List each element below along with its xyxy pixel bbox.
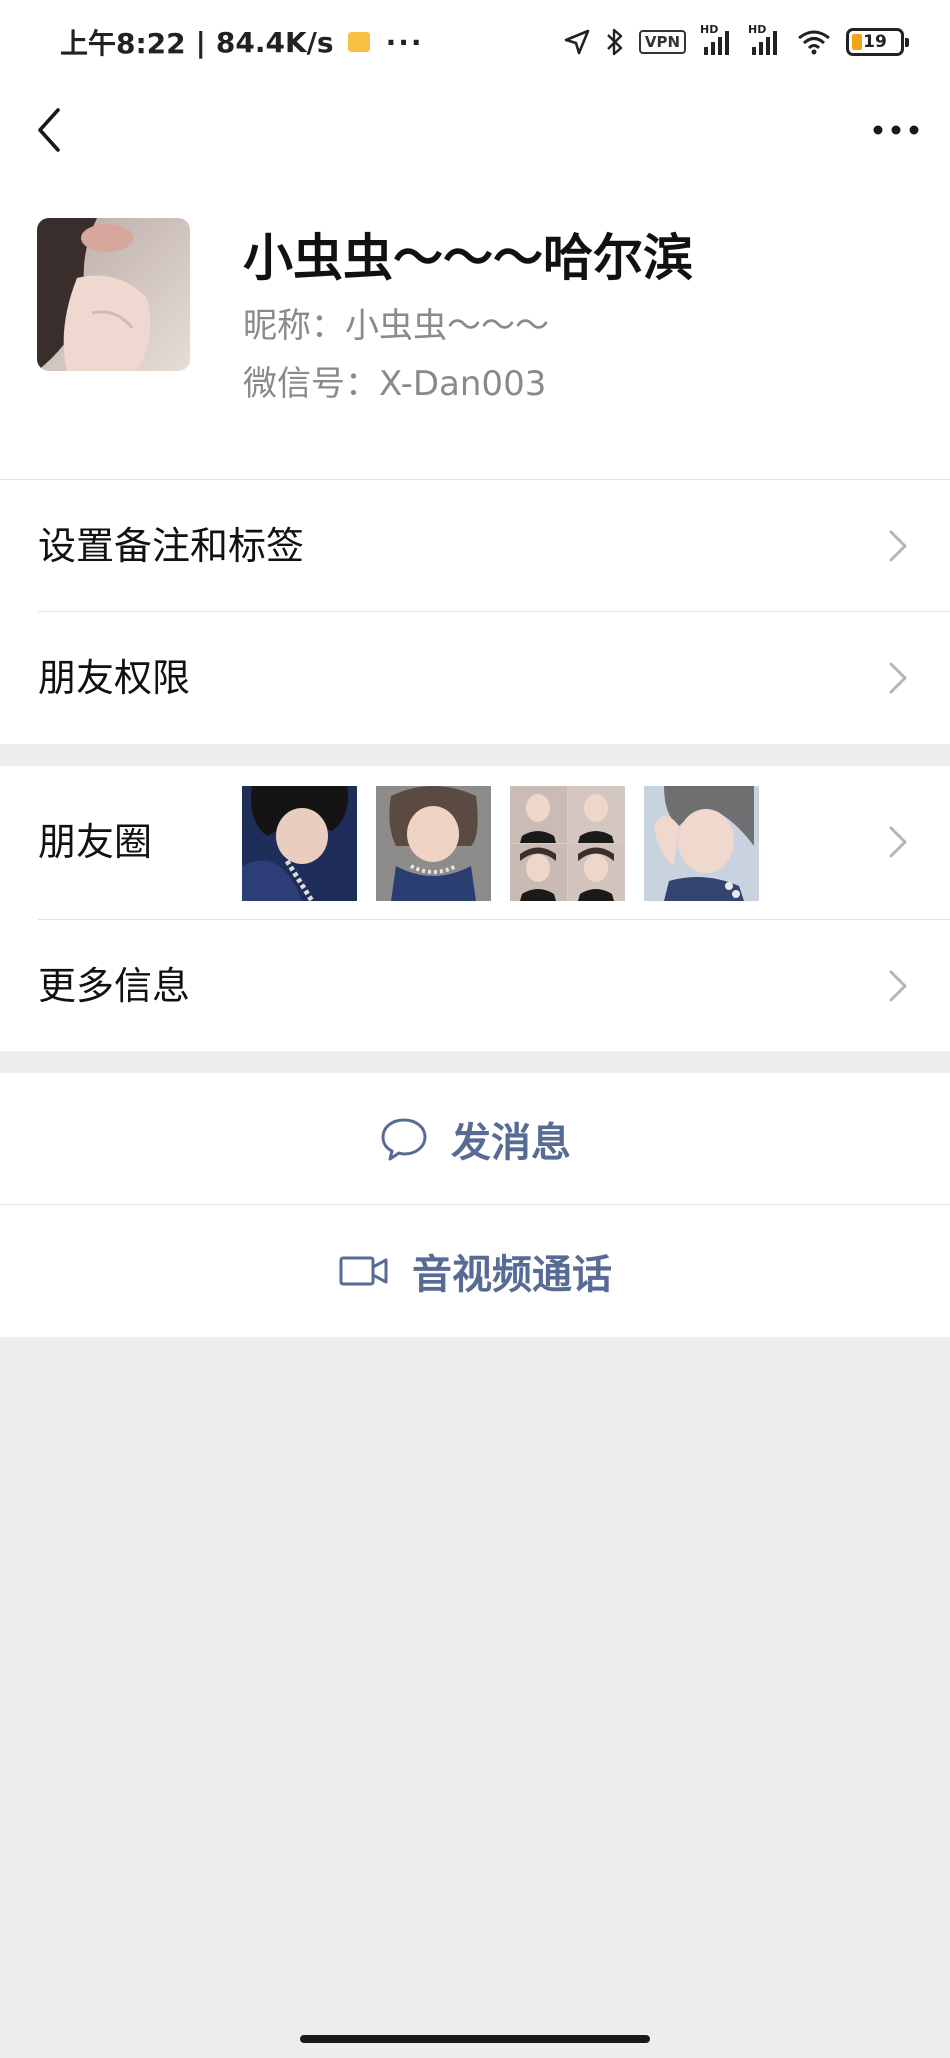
moments-thumbnail [510,786,625,901]
friend-permissions-cell[interactable]: 朋友权限 [0,612,950,744]
moments-thumbnail [644,786,759,901]
status-net-speed: 84.4K/s [215,25,334,59]
chevron-right-icon [889,970,907,1002]
chevron-left-icon [38,108,60,152]
moments-thumbnail [242,786,357,901]
video-camera-icon [339,1256,388,1286]
display-name: 小虫虫～～～哈尔滨 [243,229,693,287]
chevron-right-icon [889,530,907,562]
notification-icon [347,32,370,52]
av-call-label: 音视频通话 [412,1252,612,1298]
info-group: 朋友圈 更多信息 [0,766,950,1051]
moments-thumbnails [242,786,759,901]
chat-bubble-icon [381,1118,427,1161]
battery-icon: 19 [846,28,909,56]
more-info-label: 更多信息 [38,964,191,1008]
profile-header: 小虫虫～～～哈尔滨 昵称：小虫虫～～～ 微信号：X-Dan003 [0,180,950,480]
moments-thumbnail [376,786,491,901]
chevron-right-icon [889,662,907,694]
wifi-icon [798,30,830,55]
send-message-label: 发消息 [451,1120,571,1166]
status-left: 上午8:22 | 84.4K/s ··· [60,22,424,62]
av-call-button[interactable]: 音视频通话 [0,1205,950,1337]
status-time: 上午8:22 [60,27,186,60]
battery-level: 19 [863,32,887,52]
set-remark-label: 设置备注和标签 [38,524,305,568]
status-more-dots: ··· [385,25,424,59]
avatar-image [37,218,190,371]
moments-label: 朋友圈 [38,820,153,864]
more-options-button[interactable] [868,106,924,154]
more-info-cell[interactable]: 更多信息 [0,920,950,1052]
actions-group: 发消息 音视频通话 [0,1073,950,1337]
signal-bars-icon [752,31,777,55]
status-separator: | [195,25,206,59]
nickname: 昵称：小虫虫～～～ [243,306,549,346]
avatar[interactable] [37,218,190,371]
signal-bars-icon [704,31,729,55]
signal-1: HD [700,23,734,57]
home-indicator[interactable] [300,2035,650,2043]
signal-2: HD [748,23,782,57]
status-right: VPN HD HD 19 [563,22,909,62]
friend-permissions-label: 朋友权限 [38,656,191,700]
wechat-id[interactable]: 微信号：X-Dan003 [243,356,546,405]
moments-cell[interactable]: 朋友圈 [0,766,950,919]
set-remark-and-tags-cell[interactable]: 设置备注和标签 [0,480,950,612]
location-arrow-icon [564,29,590,55]
send-message-button[interactable]: 发消息 [0,1073,950,1205]
chevron-right-icon [889,826,907,858]
ellipsis-icon [873,125,919,135]
back-button[interactable] [30,98,70,162]
status-bar: 上午8:22 | 84.4K/s ··· VPN HD HD 19 [0,0,950,80]
vpn-badge: VPN [638,30,686,54]
bluetooth-icon [606,28,623,56]
settings-group: 设置备注和标签 朋友权限 [0,480,950,744]
nav-bar [0,80,950,180]
